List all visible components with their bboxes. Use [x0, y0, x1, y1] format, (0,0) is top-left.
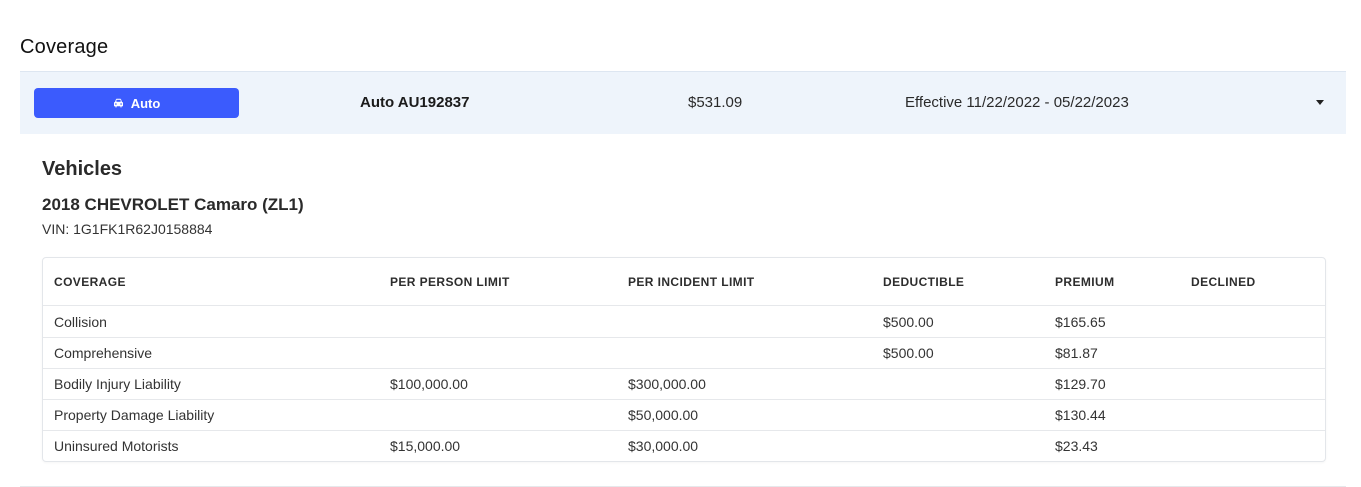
vehicles-heading: Vehicles — [42, 158, 123, 180]
vehicle-name: 2018 CHEVROLET Camaro (ZL1) — [42, 195, 304, 214]
table-cell: $23.43 — [1055, 437, 1098, 454]
policy-type-button[interactable]: Auto — [34, 88, 239, 118]
table-row: Collision $500.00 $165.65 — [43, 306, 1325, 338]
table-cell: $129.70 — [1055, 375, 1106, 392]
column-header: PER PERSON LIMIT — [390, 274, 510, 289]
table-cell: Property Damage Liability — [54, 406, 215, 423]
table-cell: $500.00 — [883, 313, 934, 330]
vehicle-vin: VIN: 1G1FK1R62J0158884 — [42, 221, 213, 237]
table-header-row: COVERAGE PER PERSON LIMIT PER INCIDENT L… — [43, 258, 1325, 306]
table-cell: $15,000.00 — [390, 437, 461, 454]
column-header: COVERAGE — [54, 274, 126, 289]
policy-amount: $531.09 — [688, 94, 743, 111]
table-cell: $81.87 — [1055, 344, 1098, 361]
table-row: Bodily Injury Liability $100,000.00 $300… — [43, 368, 1325, 400]
table-cell: $130.44 — [1055, 406, 1106, 423]
policy-name: Auto AU192837 — [360, 94, 470, 111]
policy-type-label: Auto — [130, 95, 161, 111]
column-header: PREMIUM — [1055, 274, 1115, 289]
table-cell: $30,000.00 — [628, 437, 699, 454]
policy-summary-bar[interactable]: Auto Auto AU192837 $531.09 Effective 11/… — [20, 71, 1346, 134]
table-cell: Uninsured Motorists — [54, 437, 179, 454]
car-icon — [113, 98, 124, 108]
table-cell: Bodily Injury Liability — [54, 375, 181, 392]
table-cell: Comprehensive — [54, 344, 153, 361]
table-row: Comprehensive $500.00 $81.87 — [43, 337, 1325, 369]
table-cell: $165.65 — [1055, 313, 1106, 330]
table-cell: $500.00 — [883, 344, 934, 361]
table-cell: Collision — [54, 313, 107, 330]
column-header: DEDUCTIBLE — [883, 274, 965, 289]
table-cell: $100,000.00 — [390, 375, 468, 392]
table-cell: $50,000.00 — [628, 406, 699, 423]
column-header: PER INCIDENT LIMIT — [628, 274, 755, 289]
table-row: Property Damage Liability $50,000.00 $13… — [43, 399, 1325, 431]
policy-effective-dates: Effective 11/22/2022 - 05/22/2023 — [905, 94, 1129, 111]
coverage-table: COVERAGE PER PERSON LIMIT PER INCIDENT L… — [42, 257, 1326, 462]
table-cell: $300,000.00 — [628, 375, 706, 392]
table-row: Uninsured Motorists $15,000.00 $30,000.0… — [43, 430, 1325, 461]
section-title: Coverage — [20, 36, 109, 58]
caret-down-icon[interactable] — [1316, 100, 1324, 105]
column-header: DECLINED — [1191, 274, 1256, 289]
